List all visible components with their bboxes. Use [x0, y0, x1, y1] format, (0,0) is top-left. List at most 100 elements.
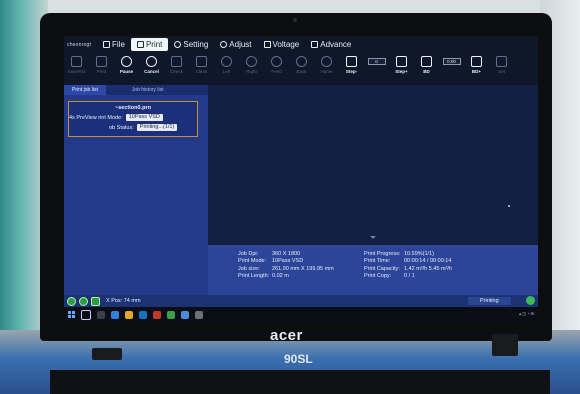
info-row: Job Dpi: 360 X 1800: [238, 251, 334, 258]
store-icon[interactable]: [139, 310, 147, 319]
toolbar-label: Feed: [271, 69, 282, 74]
windows-start-icon[interactable]: [68, 311, 75, 318]
info-key: Job size:: [238, 265, 260, 272]
app-icon[interactable]: [167, 310, 175, 319]
toolbar-savepos-button[interactable]: SavePos: [64, 56, 89, 74]
toolbar-set-button[interactable]: Set: [489, 56, 514, 74]
info-row: Job size: 261.90 mm X 199.95 mm: [238, 266, 334, 273]
toolbar-label: BD: [423, 69, 430, 74]
toolbar-back-button[interactable]: Back: [289, 56, 314, 74]
collapse-arrow-icon[interactable]: [370, 236, 376, 239]
app-icon[interactable]: [181, 310, 189, 319]
info-value: 10Pass VSD: [272, 258, 304, 265]
menu-voltage[interactable]: Voltage: [258, 38, 306, 51]
toolbar-home-button[interactable]: Home: [314, 56, 339, 74]
info-row: Print Mode: 10Pass VSD: [238, 258, 334, 265]
job-mode-row: 4s PreView rint Mode: 10Pass VSD: [69, 114, 197, 121]
print-icon: [96, 56, 107, 67]
x-position-readout: X Pos: 74 mm: [106, 298, 141, 304]
info-row: Print Copy: 0 / 1: [364, 273, 452, 280]
toolbar-label: Right: [246, 69, 257, 74]
arrow-left-icon: [221, 56, 232, 67]
printer-state: Printing: [468, 297, 511, 305]
toolbar-label: Set: [498, 69, 505, 74]
toolbar-bd-button[interactable]: BD: [414, 56, 439, 74]
app-icon[interactable]: [153, 310, 161, 319]
job-card[interactable]: ~section0.prn 4s PreView rint Mode: 10Pa…: [68, 101, 198, 137]
toolbar-left-button[interactable]: Left: [214, 56, 239, 74]
photo-scene: acer 90SL cheonrogt File Print Setting A…: [0, 0, 580, 394]
job-file-name: ~section0.prn: [115, 105, 151, 111]
toolbar-bd-plus-button[interactable]: BD+: [464, 56, 489, 74]
menu-adjust[interactable]: Adjust: [214, 38, 257, 51]
folder-icon[interactable]: [125, 310, 133, 319]
toolbar-clean-button[interactable]: Clean: [189, 56, 214, 74]
toolbar-label: Step+: [395, 69, 408, 74]
advance-icon: [311, 41, 319, 48]
task-view-icon[interactable]: [97, 310, 105, 319]
menu-bar: cheonrogt File Print Setting Adjust Volt…: [64, 36, 538, 53]
menu-setting[interactable]: Setting: [168, 38, 214, 51]
menu-print[interactable]: Print: [130, 38, 169, 51]
toolbar-label: Home: [320, 69, 333, 74]
toolbar-label: Check: [170, 69, 183, 74]
info-value: 360 X 1800: [272, 251, 301, 257]
job-info-left: Job Dpi: 360 X 1800 Print Mode: 10Pass VSD…: [238, 251, 334, 281]
status-layer-icon[interactable]: [91, 296, 100, 306]
windows-taskbar: ▴ ◫ ◔ ✉: [64, 307, 538, 322]
toolbar-print-button[interactable]: Print: [89, 56, 114, 74]
gear-icon: [174, 41, 182, 48]
toolbar-step-plus-button[interactable]: Step+: [389, 56, 414, 74]
job-info-panel: Job Dpi: 360 X 1800 Print Mode: 10Pass VSD…: [208, 245, 538, 295]
arrow-up-icon: [296, 56, 307, 67]
system-tray[interactable]: ▴ ◫ ◔ ✉: [519, 311, 534, 316]
clean-icon: [196, 56, 207, 67]
menu-adjust-label: Adjust: [229, 40, 252, 49]
app-icon[interactable]: [195, 310, 203, 319]
search-icon[interactable]: [81, 309, 91, 320]
tab-print-job-list[interactable]: Print job list: [64, 85, 106, 95]
info-row: Print Time: 00:00:14 / 00:00:14: [364, 258, 452, 265]
edge-icon[interactable]: [111, 310, 119, 319]
info-value: 0.02 m: [272, 273, 289, 280]
arrow-down-icon: [271, 56, 282, 67]
toolbar-label: Left: [222, 69, 231, 74]
tab-job-history-list[interactable]: Job history list: [124, 85, 172, 95]
toolbar-check-button[interactable]: Check: [164, 56, 189, 74]
bd-value-field[interactable]: 0.00: [439, 56, 464, 65]
arrow-right-icon: [246, 56, 257, 67]
hinge-right: [492, 334, 518, 356]
mouse-cursor: [508, 205, 510, 207]
toolbar-feed-button[interactable]: Feed: [264, 56, 289, 74]
print-preview-area[interactable]: [208, 85, 538, 245]
bd-value[interactable]: 0.00: [442, 58, 461, 65]
toolbar-cancel-button[interactable]: Cancel: [139, 56, 164, 74]
toolbar-label: Cancel: [144, 69, 159, 74]
job-status-label: ob Status:: [109, 124, 134, 131]
status-add-icon[interactable]: [67, 296, 76, 306]
home-icon: [321, 56, 332, 67]
job-list-panel: Print job list Job history list ~section…: [64, 85, 208, 295]
info-value: 1.42 m²/h 5.45 m²/h: [404, 265, 452, 272]
info-row: Print Capacity: 1.42 m²/h 5.45 m²/h: [364, 266, 452, 273]
info-value: 10.59%(1/1): [404, 251, 434, 257]
job-status-value: Printing...(1/1): [136, 124, 178, 131]
info-key: Print Progress:: [364, 251, 401, 257]
menu-file[interactable]: File: [97, 38, 131, 51]
print-icon: [136, 41, 144, 48]
print-toolbar: SavePos Print Pause Cancel Check Clean L…: [64, 53, 538, 85]
toolbar-step-minus-button[interactable]: Step-: [339, 56, 364, 74]
info-key: Job Dpi:: [238, 251, 259, 257]
status-target-icon[interactable]: [79, 296, 88, 306]
job-tabs: Print job list Job history list: [64, 85, 208, 95]
toolbar-pause-button[interactable]: Pause: [114, 56, 139, 74]
keyboard-row: [50, 370, 550, 394]
menu-advance[interactable]: Advance: [305, 38, 357, 51]
info-value: 00:00:14 / 00:00:14: [404, 258, 452, 265]
step-value-field[interactable]: 0: [364, 56, 389, 65]
toolbar-right-button[interactable]: Right: [239, 56, 264, 74]
webcam: [293, 18, 297, 22]
set-icon: [496, 56, 507, 67]
step-value[interactable]: 0: [367, 58, 386, 65]
job-status-row: ob Status: Printing...(1/1): [69, 124, 197, 131]
